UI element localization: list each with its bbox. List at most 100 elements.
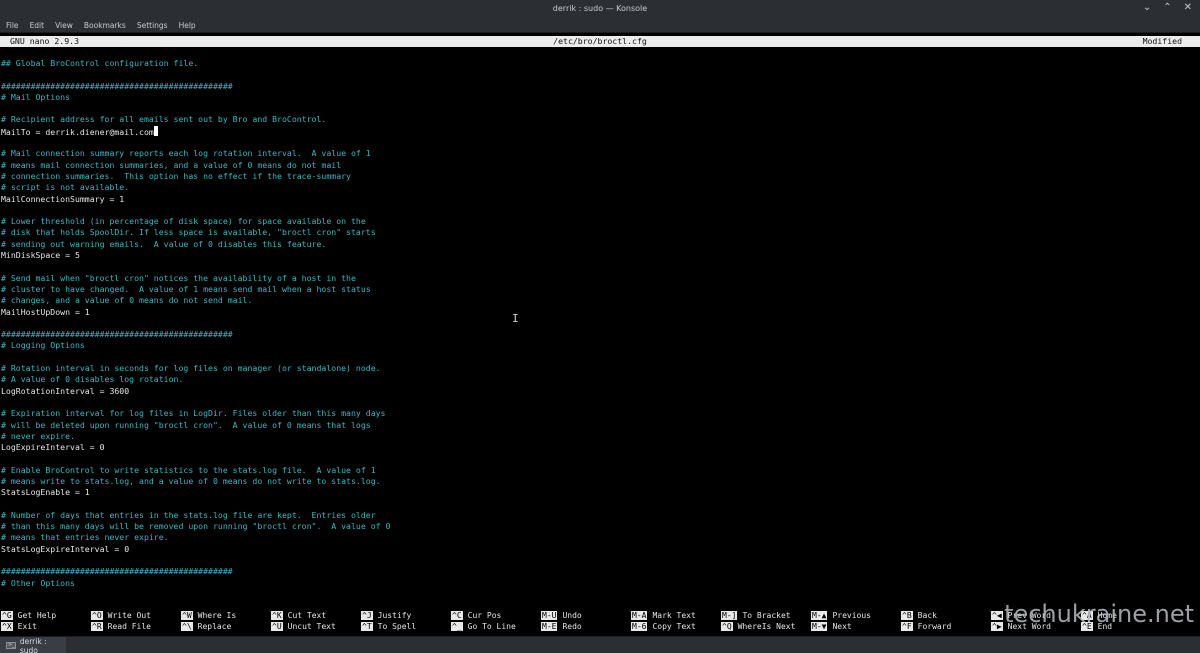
shortcut-item[interactable]: ^Q WhereIs Next [721, 621, 811, 632]
menu-bookmarks[interactable]: Bookmarks [84, 21, 126, 30]
shortcut-label: Cur Pos [467, 611, 502, 620]
shortcut-label: Copy Text [652, 622, 696, 631]
shortcut-item[interactable]: M-E Redo [541, 621, 631, 632]
config-comment-line: ########################################… [0, 81, 1200, 92]
config-setting-line: MailHostUpDown = 1 [0, 307, 1200, 318]
config-comment-line: # script is not available. [0, 182, 1200, 193]
shortcut-item[interactable]: ^U Uncut Text [271, 621, 361, 632]
shortcut-column: ^W Where Is ^\ Replace [181, 610, 271, 632]
window-titlebar: derrik : sudo — Konsole ⌄ ⌃ ✕ [0, 0, 1200, 18]
watermark: techukraine.net [1004, 600, 1194, 628]
line-text: ########################################… [1, 80, 233, 91]
shortcut-column: ^K Cut Text ^U Uncut Text [271, 610, 361, 632]
shortcut-item[interactable]: ^R Read File [91, 621, 181, 632]
config-comment-line: # Other Options [0, 578, 1200, 589]
menu-help[interactable]: Help [179, 21, 196, 30]
shortcut-label: Previous [832, 611, 871, 620]
shortcut-label: Where Is [197, 611, 237, 620]
shortcut-item[interactable]: ^J Justify [361, 610, 451, 621]
shortcut-label: Mark Text [652, 611, 696, 620]
shortcut-item[interactable]: ^T To Spell [361, 621, 451, 632]
shortcut-label: Go To Line [467, 622, 516, 631]
shortcut-key: ^W [181, 611, 193, 620]
shortcut-item[interactable]: ^W Where Is [181, 610, 271, 621]
config-comment-line: # means that entries never expire. [0, 532, 1200, 543]
config-comment-line: # never expire. [0, 431, 1200, 442]
minimize-icon[interactable]: ⌄ [1143, 2, 1151, 13]
shortcut-label: Replace [197, 622, 232, 631]
config-comment-line: # Send mail when "broctl cron" notices t… [0, 273, 1200, 284]
shortcut-key: ^\ [181, 622, 193, 631]
shortcut-column: ^O Write Out ^R Read File [91, 610, 181, 632]
config-comment-line: # than this many days will be removed up… [0, 521, 1200, 532]
config-comment-line: # Lower threshold (in percentage of disk… [0, 216, 1200, 227]
menu-view[interactable]: View [55, 21, 73, 30]
line-text: MailTo = derrik.diener@mail.com [1, 126, 154, 137]
config-comment-line: # Rotation interval in seconds for log f… [0, 363, 1200, 374]
config-comment-line: # Recipient address for all emails sent … [0, 114, 1200, 125]
shortcut-item[interactable]: ^B Back [901, 610, 991, 621]
shortcut-label: Back [917, 611, 937, 620]
maximize-icon[interactable]: ⌃ [1163, 2, 1171, 13]
config-setting-line: StatsLogEnable = 1 [0, 487, 1200, 498]
shortcut-label: Justify [377, 611, 412, 620]
shortcut-item[interactable]: ^\ Replace [181, 621, 271, 632]
shortcut-key: M-▲ [811, 611, 828, 620]
shortcut-column: ^J Justify ^T To Spell [361, 610, 451, 632]
menu-edit[interactable]: Edit [30, 21, 45, 30]
line-text: StatsLogEnable = 1 [1, 487, 90, 498]
shortcut-column: ^C Cur Pos ^_ Go To Line [451, 610, 541, 632]
shortcut-item[interactable]: M-▼ Next [811, 621, 901, 632]
terminal-icon: >_ [6, 642, 16, 649]
line-text: # sending out warning emails. A value of… [1, 238, 327, 249]
shortcut-item[interactable]: ^O Write Out [91, 610, 181, 621]
menu-file[interactable]: File [6, 21, 19, 30]
config-comment-line: # changes, and a value of 0 means do not… [0, 295, 1200, 306]
config-setting-line: StatsLogExpireInterval = 0 [0, 544, 1200, 555]
shortcut-item[interactable]: ^G Get Help [1, 610, 91, 621]
shortcut-item[interactable]: ^_ Go To Line [451, 621, 541, 632]
shortcut-item[interactable]: M-A Mark Text [631, 610, 721, 621]
line-text: # Other Options [1, 577, 75, 588]
shortcut-item[interactable]: M-U Undo [541, 610, 631, 621]
close-icon[interactable]: ✕ [1184, 2, 1192, 13]
shortcut-key: ^X [1, 622, 13, 631]
shortcut-key: M-E [541, 622, 558, 631]
shortcut-column: M-] To Bracket ^Q WhereIs Next [721, 610, 811, 632]
editor-text-area[interactable]: ## Global BroControl configuration file.… [0, 58, 1200, 606]
shortcut-item[interactable]: ^X Exit [1, 621, 91, 632]
terminal-tab-label: derrik : sudo [19, 636, 47, 653]
line-text: # Send mail when "broctl cron" notices t… [1, 272, 356, 283]
shortcut-key: ^J [361, 611, 373, 620]
config-setting-line: MinDiskSpace = 5 [0, 250, 1200, 261]
shortcut-label: Undo [562, 611, 582, 620]
menu-settings[interactable]: Settings [137, 21, 168, 30]
shortcut-item[interactable]: ^K Cut Text [271, 610, 361, 621]
shortcut-item[interactable]: M-▲ Previous [811, 610, 901, 621]
config-comment-line: # Logging Options [0, 340, 1200, 351]
line-text: ########################################… [1, 566, 233, 577]
shortcut-key: ^R [91, 622, 103, 631]
line-text: MinDiskSpace = 5 [1, 250, 80, 261]
line-text: # Mail connection summary reports each l… [1, 148, 371, 159]
shortcut-item[interactable]: M-6 Copy Text [631, 621, 721, 632]
shortcut-item[interactable]: ^C Cur Pos [451, 610, 541, 621]
terminal-tab[interactable]: >_ derrik : sudo [0, 637, 66, 653]
shortcut-key: M-A [631, 611, 648, 620]
shortcut-key: ^◀ [991, 611, 1003, 620]
line-text: LogExpireInterval = 0 [1, 442, 105, 453]
shortcut-column: M-U Undo M-E Redo [541, 610, 631, 632]
shortcut-item[interactable]: M-] To Bracket [721, 610, 811, 621]
shortcut-key: M-] [721, 611, 738, 620]
config-setting-line: MailTo = derrik.diener@mail.com [0, 125, 1200, 137]
config-comment-line: ########################################… [0, 329, 1200, 340]
nano-modified-state: Modified [1142, 36, 1182, 46]
shortcut-item[interactable]: ^F Forward [901, 621, 991, 632]
